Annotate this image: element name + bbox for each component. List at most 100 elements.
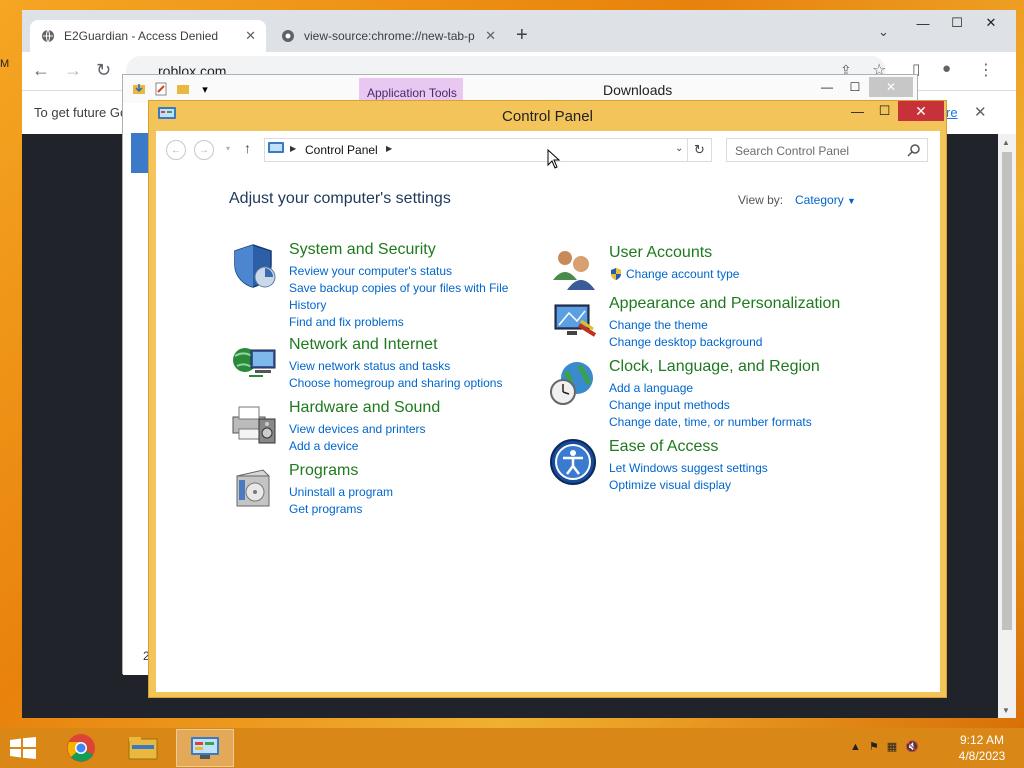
link-change-desktop-background[interactable]: Change desktop background xyxy=(609,334,849,351)
category-title[interactable]: Clock, Language, and Region xyxy=(609,358,820,376)
up-arrow-icon[interactable]: ↑ xyxy=(244,140,251,156)
link-uninstall-program[interactable]: Uninstall a program xyxy=(289,484,529,501)
close-tab-icon[interactable]: ✕ xyxy=(485,28,496,44)
search-input[interactable]: Search Control Panel xyxy=(726,138,928,162)
link-change-date-formats[interactable]: Change date, time, or number formats xyxy=(609,414,849,431)
breadcrumb-control-panel[interactable]: Control Panel xyxy=(305,143,378,157)
desktop-edge-text: M xyxy=(0,58,10,70)
tab-label: view-source:chrome://new-tab-p xyxy=(304,29,475,43)
infobar-close-icon[interactable]: ✕ xyxy=(974,103,987,121)
close-icon[interactable]: ✕ xyxy=(974,12,1008,34)
maximize-icon[interactable]: ☐ xyxy=(871,101,898,121)
link-homegroup[interactable]: Choose homegroup and sharing options xyxy=(289,375,529,392)
link-find-fix-problems[interactable]: Find and fix problems xyxy=(289,314,529,331)
tab-view-source[interactable]: view-source:chrome://new-tab-p ✕ xyxy=(270,20,506,52)
infobar-link[interactable]: re xyxy=(946,105,958,120)
taskbar: ▲ ⚑ ▦ 🔇 9:12 AM 4/8/2023 xyxy=(0,728,1024,768)
taskbar-file-explorer[interactable] xyxy=(114,729,172,767)
address-bar[interactable]: ▶ Control Panel ▶ ⌄ xyxy=(264,138,688,162)
control-panel-crumb-icon xyxy=(268,142,284,153)
tab-strip: E2Guardian - Access Denied ✕ view-source… xyxy=(22,10,1016,52)
link-network-status[interactable]: View network status and tasks xyxy=(289,358,529,375)
qat-dropdown-icon[interactable]: ▾ xyxy=(197,81,213,97)
scroll-up-icon[interactable]: ▲ xyxy=(1002,138,1010,147)
uac-shield-icon xyxy=(611,268,621,280)
dropdown-arrow-icon: ▼ xyxy=(847,196,856,206)
link-devices-printers[interactable]: View devices and printers xyxy=(289,421,529,438)
show-hidden-icons-icon[interactable]: ▲ xyxy=(850,741,861,753)
link-windows-suggest-settings[interactable]: Let Windows suggest settings xyxy=(609,460,849,477)
category-title[interactable]: Appearance and Personalization xyxy=(609,295,840,313)
category-title[interactable]: Programs xyxy=(289,462,358,480)
menu-kebab-icon[interactable]: ⋮ xyxy=(978,60,994,80)
view-by-dropdown[interactable]: Category ▼ xyxy=(795,193,856,207)
control-panel-window: Control Panel — ☐ ✕ ← → ▾ ↑ ▶ Control Pa… xyxy=(148,100,947,698)
quick-access-toolbar: ▾ xyxy=(131,81,213,97)
link-change-theme[interactable]: Change the theme xyxy=(609,317,849,334)
back-icon[interactable]: ← xyxy=(32,60,50,81)
back-icon[interactable]: ← xyxy=(166,140,186,160)
recent-locations-dropdown-icon[interactable]: ▾ xyxy=(226,144,230,153)
appearance-icon xyxy=(554,304,597,337)
taskbar-clock[interactable]: 9:12 AM 4/8/2023 xyxy=(952,732,1012,764)
minimize-icon[interactable]: — xyxy=(906,12,940,34)
breadcrumb-chevron-icon[interactable]: ▶ xyxy=(290,144,296,153)
mouse-cursor-icon xyxy=(547,149,561,169)
taskbar-control-panel[interactable] xyxy=(176,729,234,767)
category-title[interactable]: User Accounts xyxy=(609,244,712,262)
shield-icon xyxy=(234,244,276,288)
link-change-input-methods[interactable]: Change input methods xyxy=(609,397,849,414)
maximize-icon[interactable]: ☐ xyxy=(841,77,869,97)
action-center-flag-icon[interactable]: ⚑ xyxy=(869,740,879,753)
close-icon[interactable]: ✕ xyxy=(898,101,944,121)
control-panel-content: ← → ▾ ↑ ▶ Control Panel ▶ ⌄ ↻ Search Con… xyxy=(156,131,940,692)
link-change-account-type[interactable]: Change account type xyxy=(609,266,849,283)
folder-down-icon[interactable] xyxy=(131,81,147,97)
properties-icon[interactable] xyxy=(153,81,169,97)
clock-date: 4/8/2023 xyxy=(958,749,1006,763)
close-tab-icon[interactable]: ✕ xyxy=(245,28,256,44)
maximize-icon[interactable]: ☐ xyxy=(940,12,974,34)
profile-avatar-icon[interactable]: ● xyxy=(942,60,951,77)
link-get-programs[interactable]: Get programs xyxy=(289,501,529,518)
link-label: Change account type xyxy=(626,267,740,281)
breadcrumb-chevron-icon[interactable]: ▶ xyxy=(386,144,392,153)
new-folder-icon[interactable] xyxy=(175,81,191,97)
link-review-status[interactable]: Review your computer's status xyxy=(289,263,529,280)
search-icon[interactable] xyxy=(907,143,921,157)
control-panel-window-controls: — ☐ ✕ xyxy=(844,101,944,121)
windows-start-icon[interactable] xyxy=(8,737,38,759)
scroll-down-icon[interactable]: ▼ xyxy=(1002,706,1010,715)
search-placeholder: Search Control Panel xyxy=(735,144,850,158)
chrome-window-controls: — ☐ ✕ xyxy=(906,12,1008,34)
network-status-icon[interactable]: ▦ xyxy=(887,740,897,753)
tab-e2guardian[interactable]: E2Guardian - Access Denied ✕ xyxy=(30,20,266,52)
tab-label: E2Guardian - Access Denied xyxy=(64,29,219,43)
new-tab-button[interactable]: + xyxy=(516,24,528,47)
category-title[interactable]: Network and Internet xyxy=(289,336,438,354)
forward-icon[interactable]: → xyxy=(64,60,82,81)
minimize-icon[interactable]: — xyxy=(844,101,871,121)
reload-icon[interactable]: ↻ xyxy=(96,60,111,81)
close-icon[interactable]: ✕ xyxy=(869,77,913,97)
category-title[interactable]: Ease of Access xyxy=(609,438,718,456)
clock-globe-icon xyxy=(550,362,593,405)
category-title[interactable]: System and Security xyxy=(289,241,436,259)
taskbar-chrome[interactable] xyxy=(52,729,110,767)
scrollbar-thumb[interactable] xyxy=(1002,152,1012,630)
control-panel-icon xyxy=(191,737,219,759)
link-add-language[interactable]: Add a language xyxy=(609,380,849,397)
page-scrollbar[interactable]: ▲ ▼ xyxy=(998,134,1016,718)
link-add-device[interactable]: Add a device xyxy=(289,438,529,455)
minimize-icon[interactable]: — xyxy=(813,77,841,97)
tab-search-chevron-icon[interactable]: ⌄ xyxy=(878,24,889,40)
system-tray: ▲ ⚑ ▦ 🔇 xyxy=(850,740,919,754)
forward-icon[interactable]: → xyxy=(194,140,214,160)
address-dropdown-icon[interactable]: ⌄ xyxy=(675,143,683,154)
volume-muted-icon[interactable]: 🔇 xyxy=(905,740,919,753)
link-optimize-visual-display[interactable]: Optimize visual display xyxy=(609,477,849,494)
refresh-icon[interactable]: ↻ xyxy=(688,138,712,162)
link-file-history[interactable]: Save backup copies of your files with Fi… xyxy=(289,280,529,314)
folder-icon xyxy=(128,737,158,760)
category-title[interactable]: Hardware and Sound xyxy=(289,399,440,417)
